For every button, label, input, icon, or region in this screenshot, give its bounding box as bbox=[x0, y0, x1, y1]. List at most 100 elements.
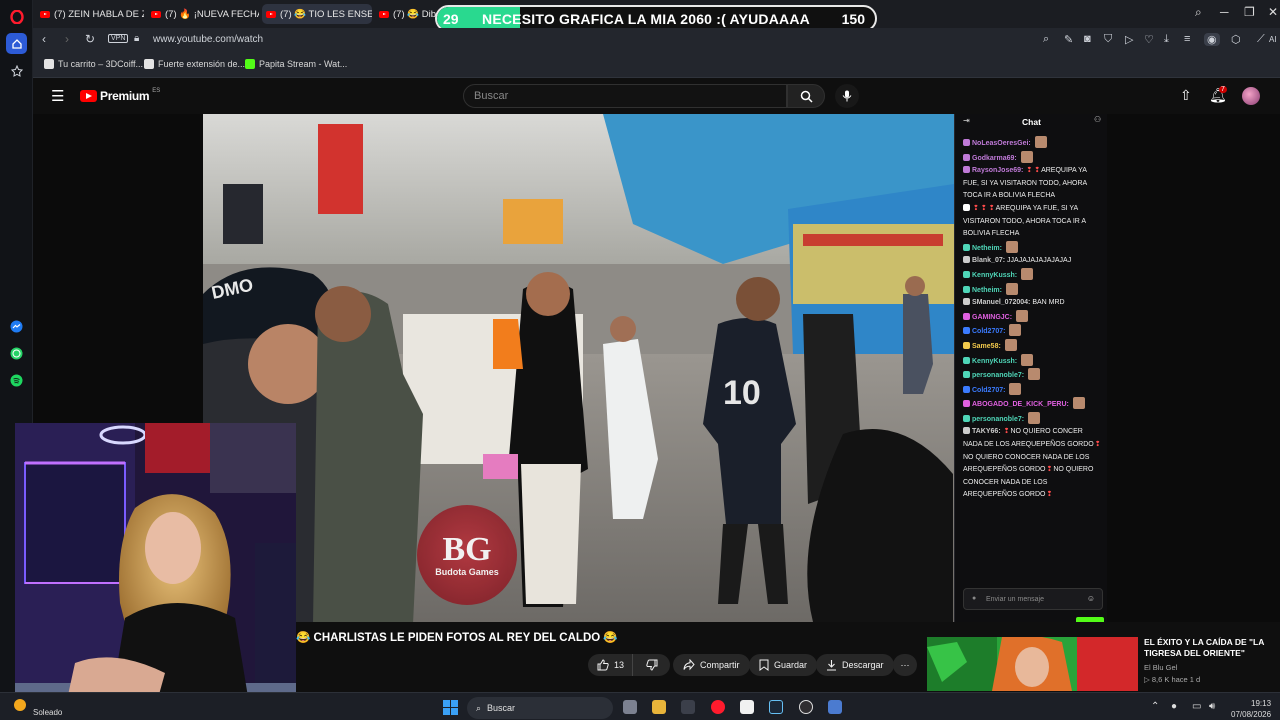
search-tabs-icon[interactable]: ⌕ bbox=[1195, 5, 1202, 20]
chat-badge-icon bbox=[963, 153, 970, 161]
chat-username[interactable]: Netheim: bbox=[972, 245, 1004, 252]
chat-send-button[interactable] bbox=[1076, 617, 1104, 622]
file-explorer-icon[interactable] bbox=[652, 700, 666, 714]
dislike-button[interactable] bbox=[638, 659, 658, 671]
play-icon[interactable]: ▷ bbox=[1125, 33, 1133, 46]
search-icon[interactable]: ⌕ bbox=[1043, 33, 1049, 46]
document-app-icon[interactable] bbox=[740, 700, 754, 714]
maximize-icon[interactable]: ❐ bbox=[1244, 5, 1255, 19]
chat-username[interactable]: Godkarma69: bbox=[972, 155, 1019, 162]
steam-icon[interactable] bbox=[769, 700, 783, 714]
video-title: 😂 CHARLISTAS LE PIDEN FOTOS AL REY DEL C… bbox=[296, 632, 618, 644]
chat-input[interactable]: ● Enviar un mensaje ☺ bbox=[963, 588, 1103, 610]
chat-username[interactable]: TAKY66: bbox=[972, 428, 1003, 435]
spotify-icon[interactable] bbox=[6, 370, 27, 391]
chat-username[interactable]: Blank_07: bbox=[972, 257, 1007, 264]
chat-username[interactable]: NoLeasOeresGei: bbox=[972, 140, 1033, 147]
home-icon[interactable] bbox=[6, 33, 27, 54]
messenger-icon[interactable] bbox=[6, 316, 27, 337]
forward-icon[interactable]: › bbox=[65, 32, 69, 46]
network-icon[interactable]: ▭ bbox=[1192, 701, 1201, 712]
shield-icon[interactable]: ⛉ bbox=[1104, 33, 1112, 46]
chat-username[interactable]: personanoble7: bbox=[972, 372, 1026, 379]
users-icon[interactable]: ⚇ bbox=[1094, 115, 1101, 124]
hamburger-menu-icon[interactable]: ☰ bbox=[51, 87, 64, 105]
settings-icon[interactable] bbox=[828, 700, 842, 714]
recommended-channel[interactable]: El Blu Gel bbox=[1144, 663, 1177, 672]
vpn-badge[interactable]: VPN bbox=[108, 34, 129, 43]
edit-icon[interactable]: ✎ bbox=[1064, 33, 1073, 46]
taskbar-search[interactable]: ⌕ Buscar bbox=[467, 697, 613, 719]
profile-icon[interactable]: ◉ bbox=[1204, 33, 1220, 46]
tab-1[interactable]: (7) ZEIN HABLA DE ZULLY bbox=[36, 4, 144, 24]
pinboard-icon[interactable] bbox=[6, 60, 27, 81]
more-actions-button[interactable]: ⋯ bbox=[893, 654, 917, 676]
tray-chevron-icon[interactable]: ⌃ bbox=[1151, 701, 1159, 712]
chat-username[interactable]: Netheim: bbox=[972, 287, 1004, 294]
extensions-icon[interactable]: ⬡ bbox=[1231, 33, 1241, 46]
search-button[interactable] bbox=[787, 84, 825, 108]
recommended-thumbnail[interactable] bbox=[927, 637, 1138, 691]
back-icon[interactable]: ‹ bbox=[42, 32, 46, 46]
bookmark-1[interactable]: Tu carrito – 3DCoiff... bbox=[44, 59, 143, 69]
lock-icon[interactable]: 🔒︎ bbox=[134, 33, 139, 44]
chat-username[interactable]: RaysonJose69: bbox=[972, 167, 1025, 174]
heart-icon[interactable]: ♡ bbox=[1144, 33, 1154, 46]
taskbar-search-label: Buscar bbox=[487, 703, 516, 713]
chat-emote-icon bbox=[1016, 309, 1028, 322]
close-icon[interactable]: ✕ bbox=[1268, 5, 1278, 19]
chat-username[interactable]: KennyKussh: bbox=[972, 358, 1019, 365]
chat-badge-icon bbox=[963, 243, 970, 251]
chat-message: GAMINGJC: bbox=[963, 309, 1103, 325]
chat-text: BAN MRD bbox=[1032, 299, 1065, 307]
youtube-logo[interactable]: Premium ES bbox=[80, 88, 160, 103]
download-button[interactable]: Descargar bbox=[816, 654, 894, 676]
menu-lines-icon[interactable]: ≡ bbox=[1184, 33, 1190, 45]
chat-username[interactable]: GAMINGJC: bbox=[972, 314, 1014, 321]
weather-label[interactable]: Soleado bbox=[33, 708, 62, 717]
address-bar: ‹ › ↻ VPN 🔒︎ www.youtube.com/watch ⌕ ✎ ◙… bbox=[33, 28, 1280, 52]
avatar[interactable] bbox=[1242, 87, 1260, 105]
chat-username[interactable]: SManuel_072004: bbox=[972, 299, 1032, 306]
bookmark-2[interactable]: Fuerte extensión de... bbox=[144, 59, 245, 69]
weather-sun-icon[interactable] bbox=[14, 699, 26, 711]
download-icon[interactable]: ⤓ bbox=[1164, 33, 1169, 46]
save-button[interactable]: Guardar bbox=[749, 654, 818, 676]
tab-4[interactable]: (7) 😂 Dibujit bbox=[375, 4, 437, 24]
chat-emote-icon bbox=[1009, 324, 1022, 337]
ai-label[interactable]: AI bbox=[1269, 35, 1277, 44]
task-view-icon[interactable] bbox=[623, 700, 637, 714]
clock[interactable]: 19:13 07/08/2026 bbox=[1231, 698, 1271, 720]
capture-app-icon[interactable] bbox=[681, 700, 695, 714]
video-frame[interactable]: 10 DMO bbox=[203, 114, 954, 622]
tab-3-active[interactable]: (7) 😂 TIO LES ENSEÑA G bbox=[262, 4, 372, 24]
chat-username[interactable]: ABOGADO_DE_KICK_PERU: bbox=[972, 401, 1071, 408]
search-input[interactable]: Buscar bbox=[463, 84, 787, 108]
volume-icon[interactable]: 🔊︎ bbox=[1209, 701, 1215, 712]
chat-username[interactable]: Cold2707: bbox=[972, 387, 1007, 394]
tray-app-icon[interactable]: ● bbox=[1171, 701, 1177, 712]
windows-start-icon[interactable] bbox=[443, 700, 458, 720]
emoji-icon[interactable]: ☺ bbox=[1087, 594, 1095, 603]
chat-username[interactable]: Same58: bbox=[972, 343, 1003, 350]
share-button[interactable]: Compartir bbox=[673, 654, 750, 676]
minimize-icon[interactable]: ─ bbox=[1220, 5, 1229, 19]
bookmark-3[interactable]: Papita Stream - Wat... bbox=[245, 59, 347, 69]
url-field[interactable]: www.youtube.com/watch bbox=[153, 34, 263, 45]
opera-taskbar-icon[interactable] bbox=[711, 700, 725, 714]
voice-search-button[interactable] bbox=[835, 84, 859, 108]
obs-icon[interactable] bbox=[799, 700, 813, 714]
tab-2[interactable]: (7) 🔥 ¡NUEVA FECHA par bbox=[147, 4, 259, 24]
chat-badge-icon bbox=[963, 285, 970, 293]
upload-icon[interactable]: ⇧ bbox=[1180, 87, 1192, 104]
chat-username[interactable]: KennyKussh: bbox=[972, 272, 1019, 279]
opera-logo-icon[interactable] bbox=[6, 6, 27, 27]
recommended-title[interactable]: EL ÉXITO Y LA CAÍDA DE "LA TIGRESA DEL O… bbox=[1144, 637, 1279, 659]
aria-icon[interactable]: ⟋ bbox=[1257, 33, 1265, 46]
chat-username[interactable]: Cold2707: bbox=[972, 328, 1007, 335]
camera-icon[interactable]: ◙ bbox=[1084, 33, 1091, 45]
reload-icon[interactable]: ↻ bbox=[85, 32, 95, 46]
whatsapp-icon[interactable] bbox=[6, 343, 27, 364]
chat-username[interactable]: personanoble7: bbox=[972, 416, 1026, 423]
like-button[interactable]: 13 bbox=[588, 654, 634, 676]
